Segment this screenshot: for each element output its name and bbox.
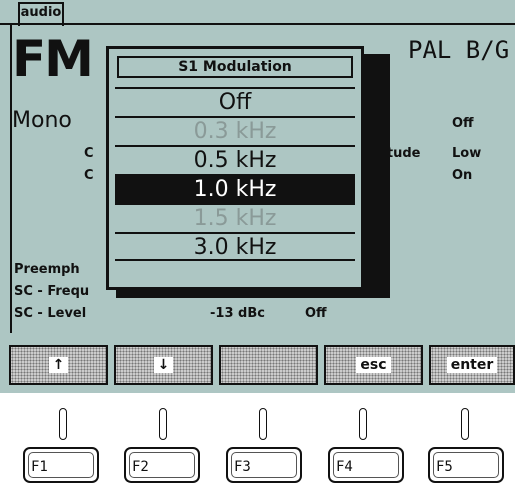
- softkey-esc-button[interactable]: esc: [324, 345, 423, 385]
- f5-key[interactable]: F5: [428, 447, 504, 483]
- option-3-0-khz[interactable]: 3.0 kHz: [115, 232, 355, 261]
- key-connector: [461, 408, 469, 440]
- softkey-up-button[interactable]: ↑: [9, 345, 108, 385]
- preemph-label: Preemph: [14, 262, 80, 277]
- mono-label: Mono: [12, 108, 72, 133]
- f4-key[interactable]: F4: [328, 447, 404, 483]
- f3-key[interactable]: F3: [226, 447, 302, 483]
- f1-key[interactable]: F1: [23, 447, 99, 483]
- lcd-screen: audio FM PAL B/G Mono C C Off litude Low…: [0, 0, 515, 393]
- sc-level-state: Off: [305, 306, 327, 321]
- sc-level-label: SC - Level: [14, 306, 87, 321]
- option-1-5-khz: 1.5 kHz: [115, 203, 355, 232]
- f2-key[interactable]: F2: [124, 447, 200, 483]
- option-0-5-khz[interactable]: 0.5 kHz: [115, 145, 355, 174]
- option-1-0-khz[interactable]: 1.0 kHz: [115, 174, 355, 203]
- option-off[interactable]: Off: [115, 87, 355, 116]
- key-connector: [359, 408, 367, 440]
- partial-label-c2: C: [84, 168, 94, 183]
- amplitude-value: Low: [452, 146, 482, 161]
- key-connector: [59, 408, 67, 440]
- up-arrow-icon: ↑: [48, 357, 69, 373]
- softkey-down-button[interactable]: ↓: [114, 345, 213, 385]
- value-off: Off: [452, 116, 474, 131]
- sc-level-value: -13 dBc: [210, 306, 265, 321]
- mode-label: FM: [12, 30, 94, 88]
- key-connector: [159, 408, 167, 440]
- value-on: On: [452, 168, 473, 183]
- enter-label: enter: [446, 357, 498, 373]
- softkey-bar: ↑ ↓ esc enter: [0, 345, 515, 393]
- key-connector: [259, 408, 267, 440]
- s1-modulation-dialog: S1 Modulation Off 0.3 kHz 0.5 kHz 1.0 kH…: [106, 46, 364, 290]
- sc-frequency-label: SC - Frequ: [14, 284, 90, 299]
- down-arrow-icon: ↓: [153, 357, 174, 373]
- dialog-title: S1 Modulation: [117, 56, 353, 78]
- frame-top-line: [0, 23, 515, 25]
- standard-label: PAL B/G: [408, 36, 510, 64]
- option-0-3-khz: 0.3 kHz: [115, 116, 355, 145]
- esc-label: esc: [356, 357, 391, 373]
- softkey-enter-button[interactable]: enter: [429, 345, 515, 385]
- softkey-blank-button[interactable]: [219, 345, 318, 385]
- modulation-options-list: Off 0.3 kHz 0.5 kHz 1.0 kHz 1.5 kHz 3.0 …: [115, 87, 355, 261]
- partial-label-c1: C: [84, 146, 94, 161]
